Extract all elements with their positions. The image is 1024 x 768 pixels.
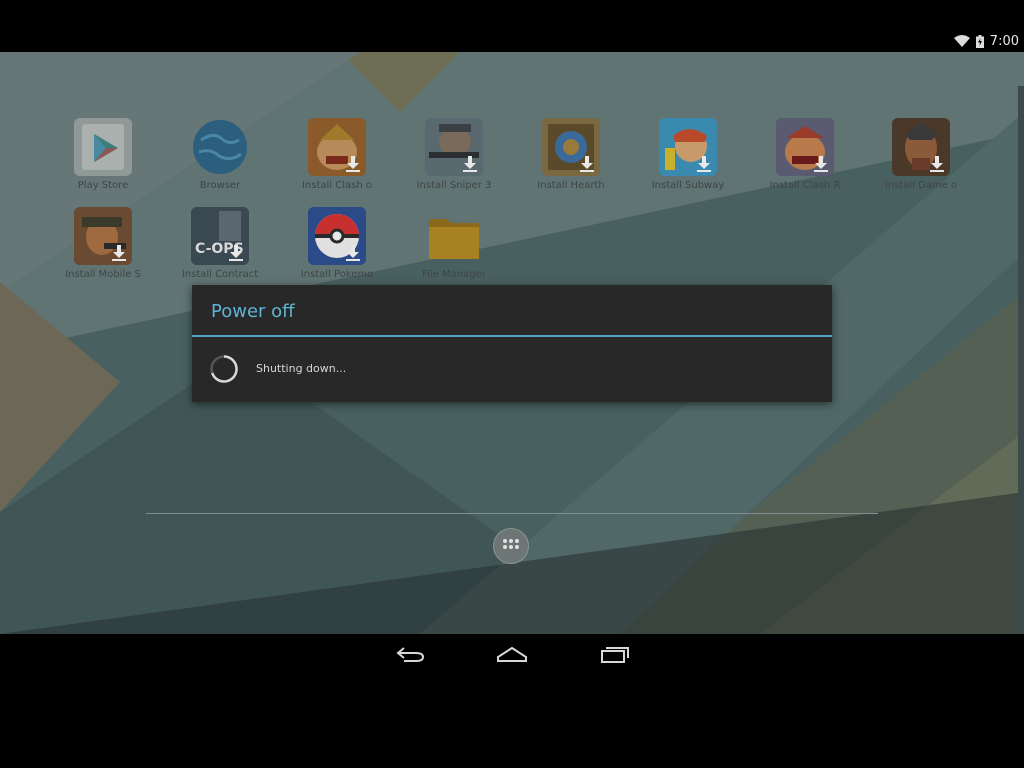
app-label: Install Hearth: [537, 180, 605, 191]
progress-spinner-icon: [210, 355, 238, 383]
clash-royale-icon: [776, 118, 834, 176]
app-label: Install Mobile S: [65, 269, 141, 280]
download-arrow-icon: [930, 156, 944, 172]
dialog-message: Shutting down...: [256, 362, 347, 375]
game-of-war-icon: [892, 118, 950, 176]
app-install-clash-royale[interactable]: Install Clash R: [746, 118, 864, 191]
pokemon-go-icon: [308, 207, 366, 265]
recents-icon[interactable]: [600, 644, 630, 664]
download-arrow-icon: [697, 156, 711, 172]
all-apps-icon: [503, 539, 519, 549]
app-label: Install Pokemo: [300, 269, 374, 280]
app-label: Play Store: [77, 180, 129, 191]
app-browser[interactable]: Browser: [161, 118, 279, 191]
app-install-sniper[interactable]: Install Sniper 3: [395, 118, 513, 191]
back-icon[interactable]: [396, 644, 426, 664]
download-arrow-icon: [463, 156, 477, 172]
dialog-divider: [192, 335, 832, 337]
download-arrow-icon: [112, 245, 126, 261]
clash-of-clans-icon: [308, 118, 366, 176]
status-icons: 7:00: [953, 33, 1019, 49]
all-apps-button[interactable]: [493, 528, 529, 564]
download-arrow-icon: [346, 156, 360, 172]
status-time: 7:00: [989, 33, 1019, 49]
app-install-clash-of-clans[interactable]: Install Clash o: [278, 118, 396, 191]
app-label: File Manager: [422, 269, 486, 280]
app-label: Browser: [199, 180, 241, 191]
dialog-title: Power off: [211, 301, 295, 322]
folder-icon: [425, 207, 483, 265]
app-install-mobile-strike[interactable]: Install Mobile S: [44, 207, 162, 280]
critical-ops-icon: C-OPS: [191, 207, 249, 265]
app-label: Install Sniper 3: [416, 180, 492, 191]
browser-globe-icon: [191, 118, 249, 176]
subway-surfers-icon: [659, 118, 717, 176]
status-bar: 7:00: [0, 0, 1024, 52]
app-install-hearthstone[interactable]: Install Hearth: [512, 118, 630, 191]
download-arrow-icon: [346, 245, 360, 261]
dock-divider: [146, 513, 878, 514]
edge-strip: [1018, 86, 1024, 634]
app-file-manager[interactable]: File Manager: [395, 207, 513, 280]
app-play-store[interactable]: Play Store: [44, 118, 162, 191]
app-label: Install Clash R: [769, 180, 841, 191]
download-arrow-icon: [229, 245, 243, 261]
wifi-icon: [953, 35, 970, 47]
play-store-icon: [74, 118, 132, 176]
mobile-strike-icon: [74, 207, 132, 265]
home-icon[interactable]: [497, 644, 527, 664]
battery-charging-icon: [975, 34, 984, 48]
app-label: Install Contract: [181, 269, 259, 280]
sniper-icon: [425, 118, 483, 176]
app-label: Install Subway: [651, 180, 725, 191]
app-install-contract[interactable]: C-OPS Install Contract: [161, 207, 279, 280]
app-install-game-of-war[interactable]: Install Game o: [862, 118, 980, 191]
navigation-bar: [0, 634, 1024, 768]
hearthstone-icon: [542, 118, 600, 176]
app-install-subway[interactable]: Install Subway: [629, 118, 747, 191]
power-off-dialog: Power off Shutting down...: [192, 285, 832, 402]
app-label: Install Clash o: [301, 180, 372, 191]
app-install-pokemon[interactable]: Install Pokemo: [278, 207, 396, 280]
download-arrow-icon: [580, 156, 594, 172]
download-arrow-icon: [814, 156, 828, 172]
app-label: Install Game o: [884, 180, 958, 191]
